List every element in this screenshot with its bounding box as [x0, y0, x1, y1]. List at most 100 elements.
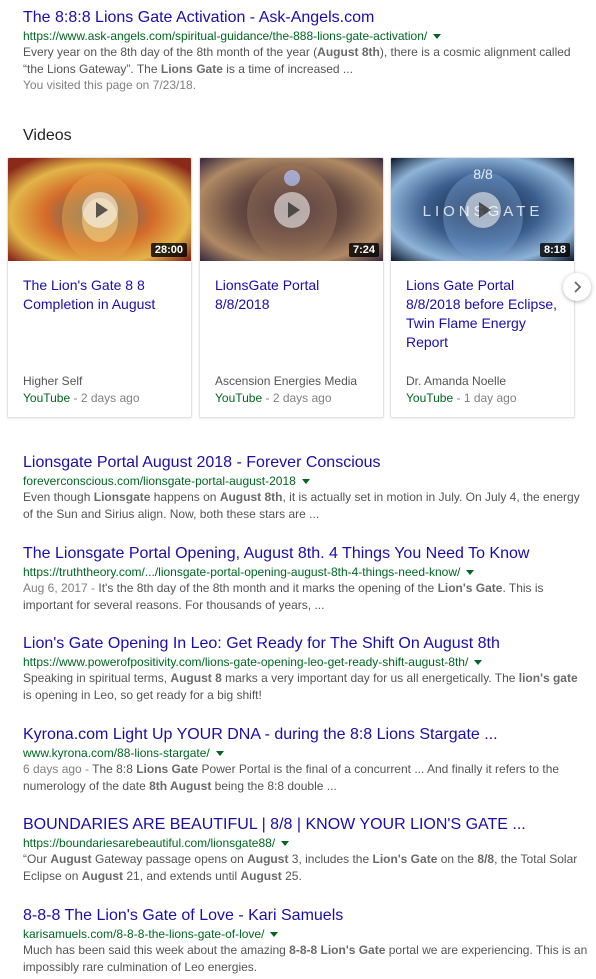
snippet-emphasis: Lions Gate — [136, 762, 199, 776]
result-title-link[interactable]: The Lionsgate Portal Opening, August 8th… — [23, 544, 588, 564]
snippet-emphasis: August — [50, 852, 92, 866]
caret-down-icon[interactable] — [281, 840, 290, 846]
play-icon[interactable] — [274, 192, 310, 228]
result-title-link[interactable]: Lion's Gate Opening In Leo: Get Ready fo… — [23, 634, 588, 654]
caret-down-icon[interactable] — [270, 931, 279, 937]
snippet-emphasis: Lions Gate — [160, 61, 223, 76]
snippet-text: Speaking in spiritual terms, — [23, 671, 171, 685]
caret-down-icon[interactable] — [215, 750, 224, 756]
video-source: YouTube - 2 days ago — [215, 391, 332, 405]
video-card-2[interactable]: 7:24 LionsGate Portal 8/8/2018 Ascension… — [199, 157, 384, 418]
snippet-text: 6 days ago - — [23, 762, 93, 776]
result-url-text[interactable]: https://www.ask-angels.com/spiritual-gui… — [23, 28, 427, 44]
snippet-emphasis: Lionsgate — [93, 490, 151, 504]
result-item: BOUNDARIES ARE BEAUTIFUL | 8/8 | KNOW YO… — [23, 815, 588, 884]
result-item: Lionsgate Portal August 2018 - Forever C… — [23, 453, 588, 522]
video-title[interactable]: The Lion's Gate 8 8 Completion in August — [23, 276, 178, 314]
result-title-link[interactable]: The 8:8:8 Lions Gate Activation - Ask-An… — [23, 8, 588, 28]
snippet-emphasis: Lion's Gate — [372, 852, 438, 866]
video-title[interactable]: LionsGate Portal 8/8/2018 — [215, 276, 370, 314]
video-source-site: YouTube — [406, 391, 454, 405]
result-url: karisamuels.com/8-8-8-the-lions-gate-of-… — [23, 926, 588, 942]
snippet-emphasis: August — [81, 868, 124, 883]
snippet-text: on the — [437, 852, 478, 866]
video-thumbnail[interactable]: 7:24 — [200, 158, 383, 261]
snippet-text: being the 8:8 double ... — [211, 778, 337, 793]
video-duration: 28:00 — [150, 243, 187, 257]
result-url: https://www.ask-angels.com/spiritual-gui… — [23, 28, 588, 44]
snippet-emphasis: August — [240, 868, 282, 883]
snippet-text: Every year on the 8th day of the 8th mon… — [23, 45, 318, 59]
play-icon[interactable] — [82, 192, 118, 228]
snippet-text: Even though — [23, 490, 94, 504]
snippet-emphasis: Lion's Gate — [437, 581, 503, 595]
snippet-text: marks a very important day for us all en… — [221, 671, 519, 685]
video-thumbnail[interactable]: 8/8 LIONSGATE 8:18 — [391, 158, 574, 261]
result-item: The Lionsgate Portal Opening, August 8th… — [23, 544, 588, 613]
snippet-text: The 8:8 — [92, 762, 137, 776]
video-card-1[interactable]: 28:00 The Lion's Gate 8 8 Completion in … — [7, 157, 192, 418]
result-item: 8-8-8 The Lion's Gate of Love - Kari Sam… — [23, 906, 588, 975]
snippet-text: Much has been said this week about the a… — [23, 943, 290, 957]
thumb-overlay-number: 8/8 — [473, 166, 493, 182]
result-snippet: Even though Lionsgate happens on August … — [23, 489, 588, 522]
snippet-emphasis: 8/8 — [477, 852, 495, 866]
result-url-text[interactable]: https://boundariesarebeautiful.com/lions… — [23, 835, 275, 851]
result-title-link[interactable]: Kyrona.com Light Up YOUR DNA - during th… — [23, 725, 588, 745]
snippet-emphasis: August 8th — [219, 490, 283, 504]
video-channel: Ascension Energies Media — [215, 374, 358, 388]
video-title[interactable]: Lions Gate Portal 8/8/2018 before Eclips… — [406, 276, 561, 352]
caret-down-icon[interactable] — [301, 478, 310, 484]
visited-note: You visited this page on 7/23/18. — [23, 78, 197, 92]
video-source-site: YouTube — [23, 391, 71, 405]
result-title-link[interactable]: 8-8-8 The Lion's Gate of Love - Kari Sam… — [23, 906, 588, 926]
snippet-text: Aug 6, 2017 - — [23, 581, 99, 595]
result-url: www.kyrona.com/88-lions-stargate/ — [23, 745, 588, 761]
snippet-text: 25. — [281, 868, 302, 883]
video-card-3[interactable]: 8/8 LIONSGATE 8:18 Lions Gate Portal 8/8… — [390, 157, 575, 418]
result-url: foreverconscious.com/lionsgate-portal-au… — [23, 473, 588, 489]
result-url: https://www.powerofpositivity.com/lions-… — [23, 654, 588, 670]
caret-down-icon[interactable] — [466, 569, 475, 575]
snippet-text: It's the 8th day of the 8th month and it… — [98, 581, 438, 595]
result-snippet: Much has been said this week about the a… — [23, 942, 588, 975]
result-title-link[interactable]: BOUNDARIES ARE BEAUTIFUL | 8/8 | KNOW YO… — [23, 815, 588, 835]
snippet-emphasis: August — [247, 852, 289, 866]
result-item: Kyrona.com Light Up YOUR DNA - during th… — [23, 725, 588, 794]
result-snippet: 6 days ago - The 8:8 Lions Gate Power Po… — [23, 761, 588, 794]
snippet-text: 3, includes the — [288, 852, 373, 866]
result-snippet: Every year on the 8th day of the 8th mon… — [23, 44, 588, 77]
snippet-emphasis: August 8 — [170, 671, 222, 685]
video-duration: 8:18 — [539, 243, 570, 257]
result-item: Lion's Gate Opening In Leo: Get Ready fo… — [23, 634, 588, 703]
result-url-text[interactable]: https://www.powerofpositivity.com/lions-… — [23, 654, 468, 670]
video-source: YouTube - 1 day ago — [406, 391, 517, 405]
video-channel: Dr. Amanda Noelle — [406, 374, 507, 388]
snippet-emphasis: 8-8-8 Lion's Gate — [289, 943, 386, 957]
result-snippet: “Our August Gateway passage opens on Aug… — [23, 851, 588, 884]
result-url-text[interactable]: www.kyrona.com/88-lions-stargate/ — [23, 745, 210, 761]
video-source: YouTube - 2 days ago — [23, 391, 140, 405]
result-snippet: Aug 6, 2017 - It's the 8th day of the 8t… — [23, 580, 588, 613]
result-url: https://boundariesarebeautiful.com/lions… — [23, 835, 588, 851]
result-url: https://truththeory.com/.../lionsgate-po… — [23, 564, 588, 580]
video-age: - 1 day ago — [453, 391, 517, 405]
result-snippet: Speaking in spiritual terms, August 8 ma… — [23, 670, 588, 703]
carousel-next-button[interactable] — [563, 273, 591, 301]
video-duration: 7:24 — [348, 243, 379, 257]
caret-down-icon[interactable] — [474, 659, 483, 665]
chevron-right-icon — [574, 281, 582, 293]
video-thumbnail[interactable]: 28:00 — [8, 158, 191, 261]
result-url-text[interactable]: foreverconscious.com/lionsgate-portal-au… — [23, 473, 296, 489]
result-url-text[interactable]: karisamuels.com/8-8-8-the-lions-gate-of-… — [23, 926, 264, 942]
result-url-text[interactable]: https://truththeory.com/.../lionsgate-po… — [23, 564, 460, 580]
snippet-text: is a time of increased ... — [222, 61, 353, 76]
snippet-text: happens on — [150, 490, 220, 504]
videos-heading: Videos — [23, 127, 72, 144]
snippet-text: “Our — [23, 852, 51, 866]
caret-down-icon[interactable] — [433, 33, 442, 39]
play-icon[interactable] — [465, 192, 501, 228]
result-title-link[interactable]: Lionsgate Portal August 2018 - Forever C… — [23, 453, 588, 473]
video-age: - 2 days ago — [70, 391, 140, 405]
snippet-text: Gateway passage opens on — [91, 852, 248, 866]
